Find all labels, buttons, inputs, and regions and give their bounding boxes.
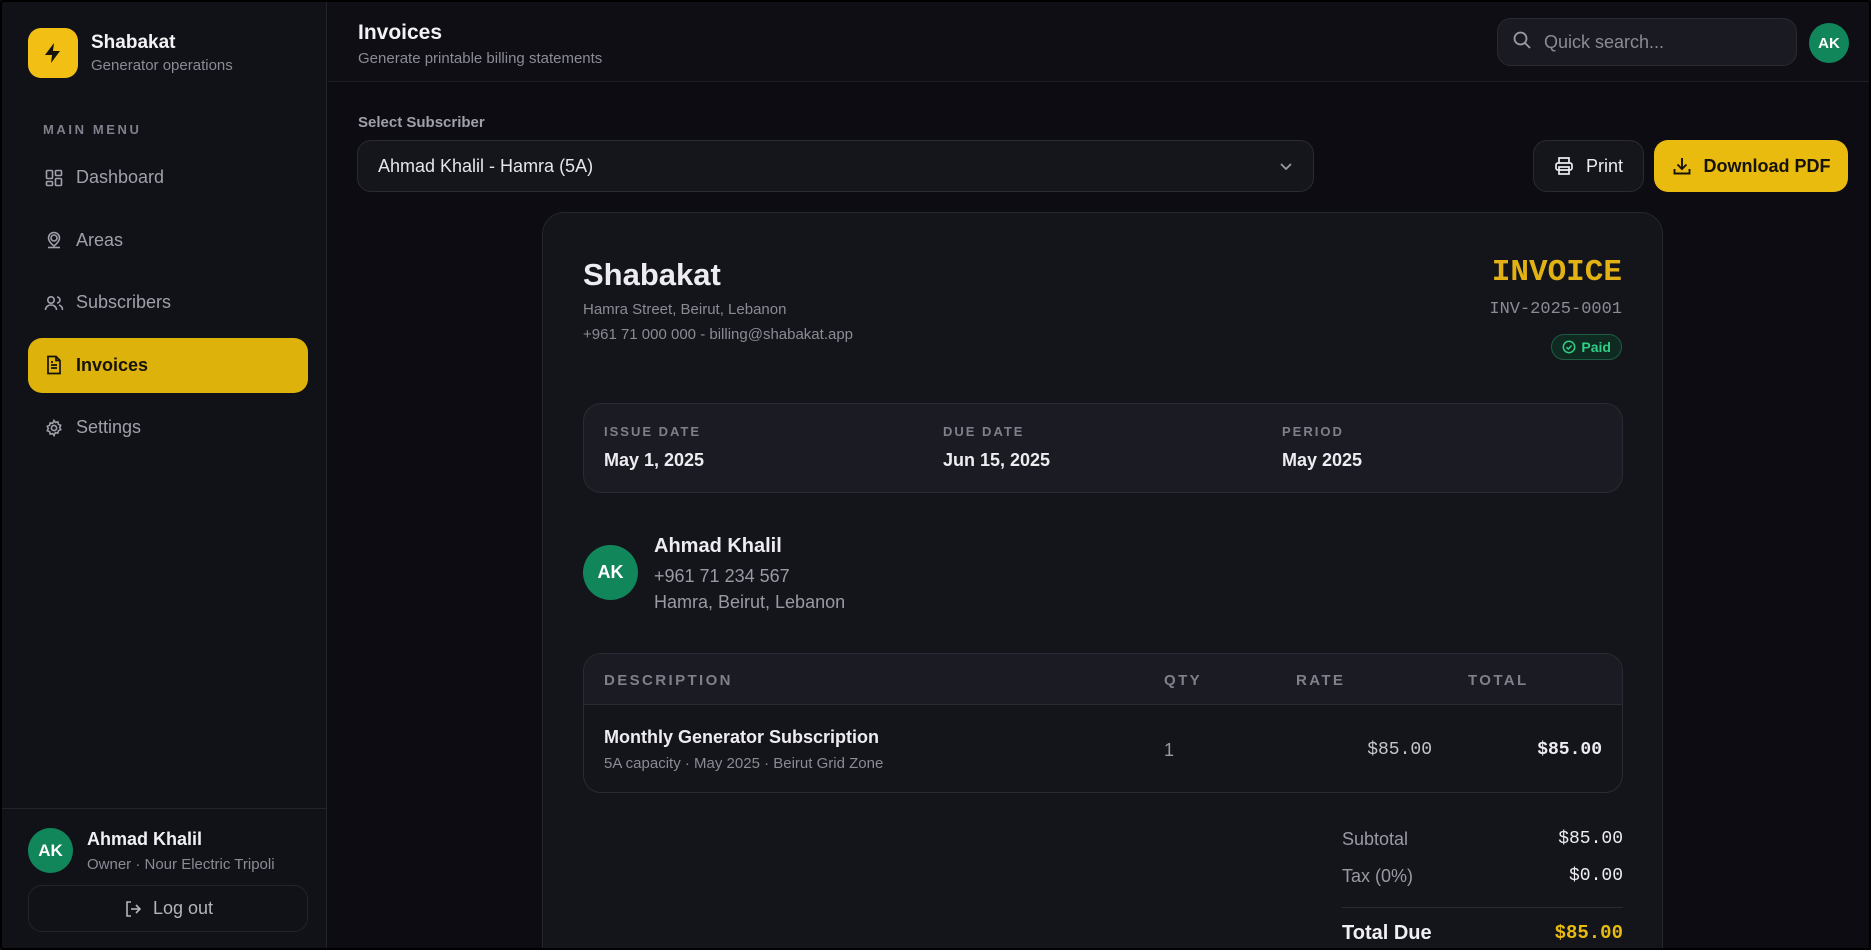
- sidebar-item-subscribers[interactable]: Subscribers: [28, 275, 308, 330]
- issue-date-value: May 1, 2025: [604, 450, 705, 470]
- status-label: Paid: [1581, 339, 1611, 355]
- bill-to: AK Ahmad Khalil +961 71 234 567 Hamra, B…: [583, 535, 845, 613]
- main-nav: Dashboard Areas Subscribers Invoices Set…: [28, 150, 308, 463]
- invoice-totals: Subtotal $85.00 Tax (0%) $0.00 Total Due…: [1342, 825, 1623, 950]
- search-box[interactable]: [1497, 18, 1797, 66]
- avatar: AK: [583, 545, 638, 600]
- search-icon: [1512, 30, 1532, 55]
- menu-section-title: MAIN MENU: [43, 122, 142, 137]
- user-name: Ahmad Khalil: [87, 828, 203, 849]
- column-rate: RATE: [1296, 672, 1346, 689]
- brand[interactable]: Shabakat Generator operations: [28, 28, 233, 78]
- brand-name: Shabakat: [91, 32, 176, 53]
- period: PERIOD May 2025: [1282, 424, 1362, 471]
- sidebar-item-settings[interactable]: Settings: [28, 400, 308, 455]
- subscriber-select-label: Select Subscriber: [358, 114, 485, 131]
- subscriber-select[interactable]: Ahmad Khalil - Hamra (5A): [357, 140, 1314, 192]
- sidebar: Shabakat Generator operations MAIN MENU …: [2, 2, 327, 948]
- item-total: $85.00: [1537, 740, 1602, 760]
- print-button[interactable]: Print: [1533, 140, 1644, 192]
- sidebar-item-label: Dashboard: [76, 167, 165, 187]
- tax-value: $0.00: [1568, 866, 1623, 886]
- item-rate: $85.00: [1367, 740, 1432, 760]
- grid-icon: [44, 168, 64, 188]
- invoice-dates: ISSUE DATE May 1, 2025 DUE DATE Jun 15, …: [583, 403, 1623, 493]
- avatar: AK: [28, 828, 73, 873]
- invoice-card: Shabakat Hamra Street, Beirut, Lebanon +…: [542, 212, 1663, 950]
- page-title: Invoices: [358, 21, 443, 44]
- user-role: Owner · Nour Electric Tripoli: [87, 855, 275, 873]
- table-row: Monthly Generator Subscription 5A capaci…: [584, 705, 1622, 792]
- brand-subtitle: Generator operations: [91, 57, 233, 74]
- page-subtitle: Generate printable billing statements: [358, 50, 603, 67]
- lightning-bolt-icon: [28, 28, 78, 78]
- item-qty: 1: [1164, 740, 1175, 760]
- status-badge: Paid: [1551, 334, 1622, 360]
- sidebar-user[interactable]: AK Ahmad Khalil Owner · Nour Electric Tr…: [28, 828, 275, 873]
- table-header: DESCRIPTION QTY RATE TOTAL: [584, 654, 1622, 705]
- logout-button[interactable]: Log out: [28, 885, 308, 932]
- subtotal-label: Subtotal: [1342, 829, 1409, 849]
- column-total: TOTAL: [1468, 672, 1529, 689]
- download-pdf-label: Download PDF: [1703, 155, 1831, 176]
- column-qty: QTY: [1164, 672, 1203, 689]
- customer-address: Hamra, Beirut, Lebanon: [654, 592, 846, 612]
- sidebar-item-areas[interactable]: Areas: [28, 213, 308, 268]
- tax-row: Tax (0%) $0.00: [1342, 862, 1623, 899]
- period-label: PERIOD: [1282, 424, 1344, 439]
- customer-phone: +961 71 234 567: [654, 566, 790, 586]
- item-details: 5A capacity · May 2025 · Beirut Grid Zon…: [604, 755, 884, 772]
- column-description: DESCRIPTION: [604, 672, 733, 689]
- logout-icon: [123, 899, 143, 919]
- totals-divider: [1342, 907, 1623, 908]
- issue-date: ISSUE DATE May 1, 2025: [604, 424, 704, 471]
- period-value: May 2025: [1282, 450, 1363, 470]
- print-label: Print: [1585, 155, 1623, 176]
- sidebar-divider: [2, 808, 326, 809]
- top-header: Invoices Generate printable billing stat…: [328, 2, 1869, 82]
- users-icon: [44, 293, 64, 313]
- check-circle-icon: [1562, 340, 1576, 354]
- subtotal-value: $85.00: [1558, 829, 1623, 849]
- total-due-row: Total Due $85.00: [1342, 918, 1623, 950]
- sidebar-item-invoices[interactable]: Invoices: [28, 337, 308, 393]
- company-contact: +961 71 000 000 - billing@shabakat.app: [583, 326, 854, 343]
- sidebar-item-dashboard[interactable]: Dashboard: [28, 150, 308, 205]
- total-due-label: Total Due: [1342, 922, 1432, 944]
- customer-name: Ahmad Khalil: [654, 535, 782, 557]
- company-name: Shabakat: [583, 257, 721, 292]
- gear-icon: [44, 418, 64, 438]
- search-input[interactable]: [1544, 31, 1774, 53]
- sidebar-item-label: Settings: [76, 417, 142, 437]
- due-date-value: Jun 15, 2025: [943, 450, 1051, 470]
- invoice-title: INVOICE: [1491, 255, 1622, 290]
- subtotal-row: Subtotal $85.00: [1342, 825, 1623, 862]
- logout-label: Log out: [152, 898, 214, 918]
- chevron-down-icon: [1277, 157, 1295, 180]
- printer-icon: [1554, 156, 1574, 176]
- tax-label: Tax (0%): [1342, 866, 1414, 886]
- sidebar-item-label: Subscribers: [76, 292, 172, 312]
- map-pin-icon: [44, 230, 64, 250]
- total-due-value: $85.00: [1554, 922, 1623, 944]
- sidebar-item-label: Areas: [76, 229, 124, 250]
- invoice-number: INV-2025-0001: [1489, 300, 1622, 319]
- due-date-label: DUE DATE: [943, 424, 1025, 439]
- line-items-table: DESCRIPTION QTY RATE TOTAL Monthly Gener…: [583, 653, 1623, 793]
- document-icon: [44, 355, 64, 375]
- avatar[interactable]: AK: [1809, 23, 1849, 63]
- sidebar-item-label: Invoices: [76, 354, 149, 375]
- download-icon: [1672, 156, 1692, 176]
- download-pdf-button[interactable]: Download PDF: [1654, 140, 1848, 192]
- issue-date-label: ISSUE DATE: [604, 424, 702, 439]
- due-date: DUE DATE Jun 15, 2025: [943, 424, 1050, 471]
- company-address: Hamra Street, Beirut, Lebanon: [583, 301, 787, 318]
- item-description: Monthly Generator Subscription: [604, 727, 880, 747]
- selected-subscriber: Ahmad Khalil - Hamra (5A): [378, 155, 594, 176]
